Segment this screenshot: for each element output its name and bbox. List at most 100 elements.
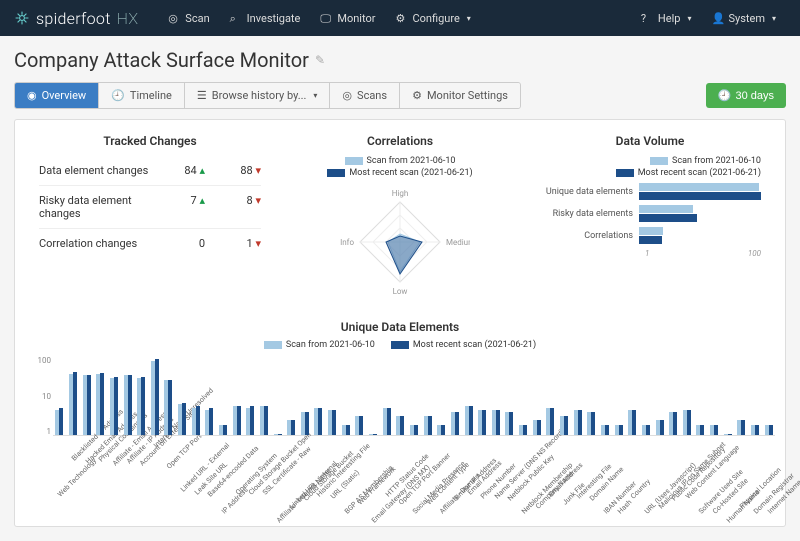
page-title-text: Company Attack Surface Monitor <box>14 48 309 72</box>
correlations-legend: Scan from 2021-06-10 Most recent scan (2… <box>289 156 511 178</box>
data-volume-axis: 1 100 <box>539 249 761 258</box>
ude-bar-group: Cloud Storage Bucket <box>299 412 312 435</box>
ude-bar-b <box>73 372 77 435</box>
dv-label: Unique data elements <box>539 187 639 197</box>
brand-name: spiderfoot <box>36 9 111 28</box>
ude-bar-b <box>455 412 459 435</box>
tracked-changes-section: Tracked Changes Data element changes 84 … <box>25 130 275 310</box>
tc-label: Correlation changes <box>39 237 137 250</box>
radar-axis-medium: Medium <box>446 238 470 247</box>
nav-configure[interactable]: ⚙ Configure ▾ <box>385 0 480 36</box>
ude-bar-b <box>469 406 473 435</box>
ude-bar-group: Linked URL - Internal <box>285 420 298 435</box>
swatch-dark <box>327 169 345 177</box>
ude-bar-b <box>264 406 268 435</box>
edit-icon[interactable]: ✎ <box>315 53 325 67</box>
ude-bar-b <box>578 410 582 435</box>
main-panel: Tracked Changes Data element changes 84 … <box>14 119 786 527</box>
clock-icon: 🕘 <box>111 89 125 102</box>
ude-bar-group: Email Address <box>462 406 475 435</box>
swatch-dark <box>616 169 634 177</box>
ude-bar-group: Cloud Storage Bucket Open <box>244 406 257 435</box>
ude-bar-b <box>291 420 295 435</box>
radar-axis-info: Info <box>340 238 354 247</box>
ude-bar-group: Open TCP Port <box>162 380 175 435</box>
tc-val-a: 0 <box>169 237 205 250</box>
ude-bar-b <box>632 410 636 435</box>
nav-label: Scan <box>185 12 209 25</box>
ude-bar-group: Leak Site URL <box>189 406 202 435</box>
ude-bar-group: Base64-encoded Data <box>203 408 216 435</box>
ude-bar-group: Affiliate - Internet Name <box>271 434 284 435</box>
ude-bar-group: Domain Name <box>585 412 598 435</box>
spiderfoot-logo-icon <box>14 10 30 26</box>
ude-bar-group: Social Media Presence <box>408 425 421 435</box>
nav-label: System <box>728 12 765 25</box>
ude-bar-b <box>305 412 309 435</box>
nav-monitor[interactable]: 🖵Monitor <box>310 0 385 36</box>
tab-label: Monitor Settings <box>427 89 508 102</box>
ytick: 10 <box>25 392 51 401</box>
ude-bar-b <box>182 403 186 435</box>
ude-chart: 100 10 1 Web TechnologyBlacklisted IP Ad… <box>25 356 775 516</box>
gear-icon: ⚙ <box>395 12 407 24</box>
nav-left: ◎Scan ⌕Investigate 🖵Monitor ⚙ Configure ▾ <box>158 0 481 36</box>
legend-label-a: Scan from 2021-06-10 <box>286 340 375 350</box>
ude-bar-group: Hash <box>612 425 625 435</box>
monitor-icon: 🖵 <box>320 12 332 24</box>
ude-bar-group: Email Gateway (DNS MX) <box>367 434 380 435</box>
nav-investigate[interactable]: ⌕Investigate <box>220 0 311 36</box>
nav-scan[interactable]: ◎Scan <box>158 0 219 36</box>
ude-bar-group: URL (Static) <box>326 410 339 435</box>
unique-data-elements-section: Unique Data Elements Scan from 2021-06-1… <box>25 320 775 516</box>
tab-overview[interactable]: ◉Overview <box>15 83 99 108</box>
tab-monitor-settings[interactable]: ⚙Monitor Settings <box>400 83 520 108</box>
ude-bar-b <box>496 410 500 435</box>
ude-bar-group: Email Address <box>544 408 557 435</box>
ude-bar-group: Netblock Public Key <box>503 412 516 435</box>
tab-label: Browse history by... <box>212 89 307 102</box>
ude-bar-b <box>591 412 595 435</box>
brand: spiderfoot HX <box>14 9 138 28</box>
tab-timeline[interactable]: 🕘Timeline <box>99 83 185 108</box>
ude-bar-b <box>209 408 213 435</box>
chevron-down-icon: ▾ <box>687 14 691 23</box>
radar-axis-high: High <box>392 189 409 198</box>
ude-bar-group: Affiliate - IP Address <box>121 375 134 435</box>
tab-browse-history[interactable]: ☰ Browse history by... ▾ <box>185 83 331 108</box>
chevron-down-icon: ▾ <box>313 91 317 100</box>
nav-label: Help <box>658 12 681 25</box>
ude-bar-group: Open TCP Port Banner <box>394 416 407 435</box>
ude-bar-b <box>728 434 732 435</box>
ytick: 100 <box>25 356 51 365</box>
radar-axis-low: Low <box>393 287 408 296</box>
tc-val-b: 8 ▾ <box>225 194 261 220</box>
tab-scans[interactable]: ◎ Scans <box>330 83 400 108</box>
days-filter-button[interactable]: 🕘30 days <box>706 83 786 108</box>
tracked-changes-table: Data element changes 84 ▴ 88 ▾ Risky dat… <box>39 156 261 258</box>
ude-bar-group: SSL Certificate - Raw <box>258 406 271 435</box>
list-icon: ☰ <box>197 89 207 102</box>
tc-label: Risky data element changes <box>39 194 169 220</box>
ude-bar-group: Affiliate - Domain <box>435 425 448 435</box>
tab-label: Scans <box>357 89 387 102</box>
chevron-down-icon: ▾ <box>467 14 471 23</box>
ude-bar-group: Physical Location <box>735 420 748 435</box>
chevron-down-icon: ▾ <box>772 14 776 23</box>
ude-bar-b <box>687 410 691 435</box>
ude-bar-group: Phone Number <box>476 410 489 435</box>
days-label: 30 days <box>735 90 774 102</box>
ude-bar-b <box>100 373 104 435</box>
data-volume-bars: Unique data elements Risky data elements… <box>539 183 761 244</box>
tracked-changes-row: Correlation changes 0 1 ▾ <box>39 229 261 258</box>
ude-bar-b <box>605 425 609 435</box>
ude-bar-b <box>387 408 391 435</box>
tracked-changes-row: Risky data element changes 7 ▴ 8 ▾ <box>39 186 261 229</box>
ude-bar-group: Web Technology <box>53 408 66 435</box>
target-icon: ◎ <box>342 89 352 102</box>
nav-help[interactable]: ?Help▾ <box>631 0 702 36</box>
nav-label: Configure <box>412 12 459 25</box>
legend-label-b: Most recent scan (2021-06-21) <box>413 340 536 350</box>
ude-yaxis: 100 10 1 <box>25 356 51 436</box>
nav-system[interactable]: 👤System▾ <box>701 0 786 36</box>
